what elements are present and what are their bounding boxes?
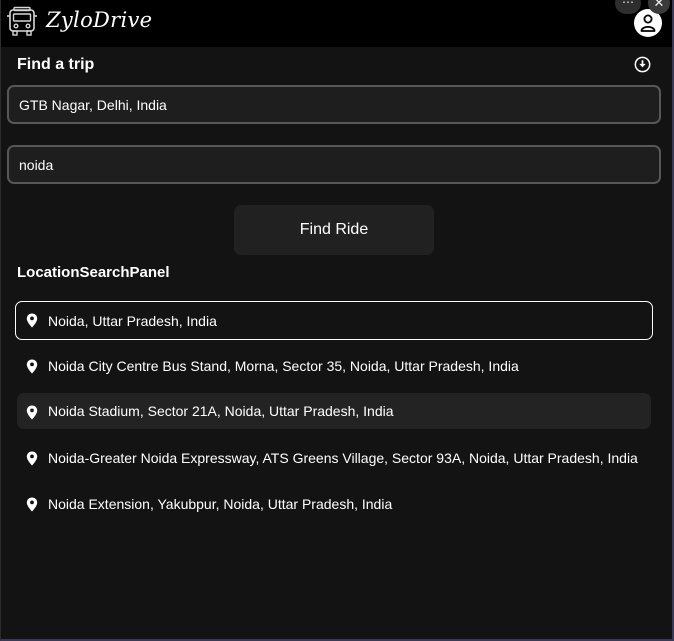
map-pin-icon <box>26 313 38 328</box>
location-suggestion-item[interactable]: Noida, Uttar Pradesh, India <box>15 301 653 340</box>
map-pin-icon <box>26 497 38 512</box>
location-suggestion-label: Noida Stadium, Sector 21A, Noida, Uttar … <box>48 403 394 419</box>
location-suggestion-label: Noida City Centre Bus Stand, Morna, Sect… <box>48 358 519 374</box>
location-suggestions-list: Noida, Uttar Pradesh, India Noida City C… <box>15 301 653 531</box>
map-pin-icon <box>26 451 38 466</box>
user-icon <box>640 14 656 32</box>
location-suggestion-label: Noida Extension, Yakubpur, Noida, Uttar … <box>48 496 393 512</box>
location-suggestion-label: Noida-Greater Noida Expressway, ATS Gree… <box>48 450 638 466</box>
location-suggestion-item[interactable]: Noida City Centre Bus Stand, Morna, Sect… <box>15 347 653 383</box>
find-ride-button[interactable]: Find Ride <box>234 205 434 255</box>
map-pin-icon <box>26 405 38 420</box>
map-pin-icon <box>26 359 38 374</box>
destination-location-input[interactable] <box>7 145 661 184</box>
location-suggestion-item[interactable]: Noida Stadium, Sector 21A, Noida, Uttar … <box>17 393 651 429</box>
location-suggestion-item[interactable]: Noida-Greater Noida Expressway, ATS Gree… <box>15 439 653 475</box>
location-suggestion-label: Noida, Uttar Pradesh, India <box>48 313 217 329</box>
location-search-panel-title: LocationSearchPanel <box>17 264 170 281</box>
app-window: ZyloDrive ⋯ ✕ Find a trip Find Ride Loca… <box>0 0 674 641</box>
find-trip-title: Find a trip <box>17 56 95 73</box>
pickup-location-input[interactable] <box>7 85 661 124</box>
top-bar: ZyloDrive ⋯ ✕ <box>0 0 674 47</box>
more-options-button[interactable]: ⋯ <box>615 0 641 14</box>
app-logo-text: ZyloDrive <box>46 8 153 32</box>
arrow-down-circle-icon[interactable] <box>634 56 651 73</box>
location-suggestion-item[interactable]: Noida Extension, Yakubpur, Noida, Uttar … <box>15 485 653 521</box>
bus-front-icon <box>7 6 37 36</box>
